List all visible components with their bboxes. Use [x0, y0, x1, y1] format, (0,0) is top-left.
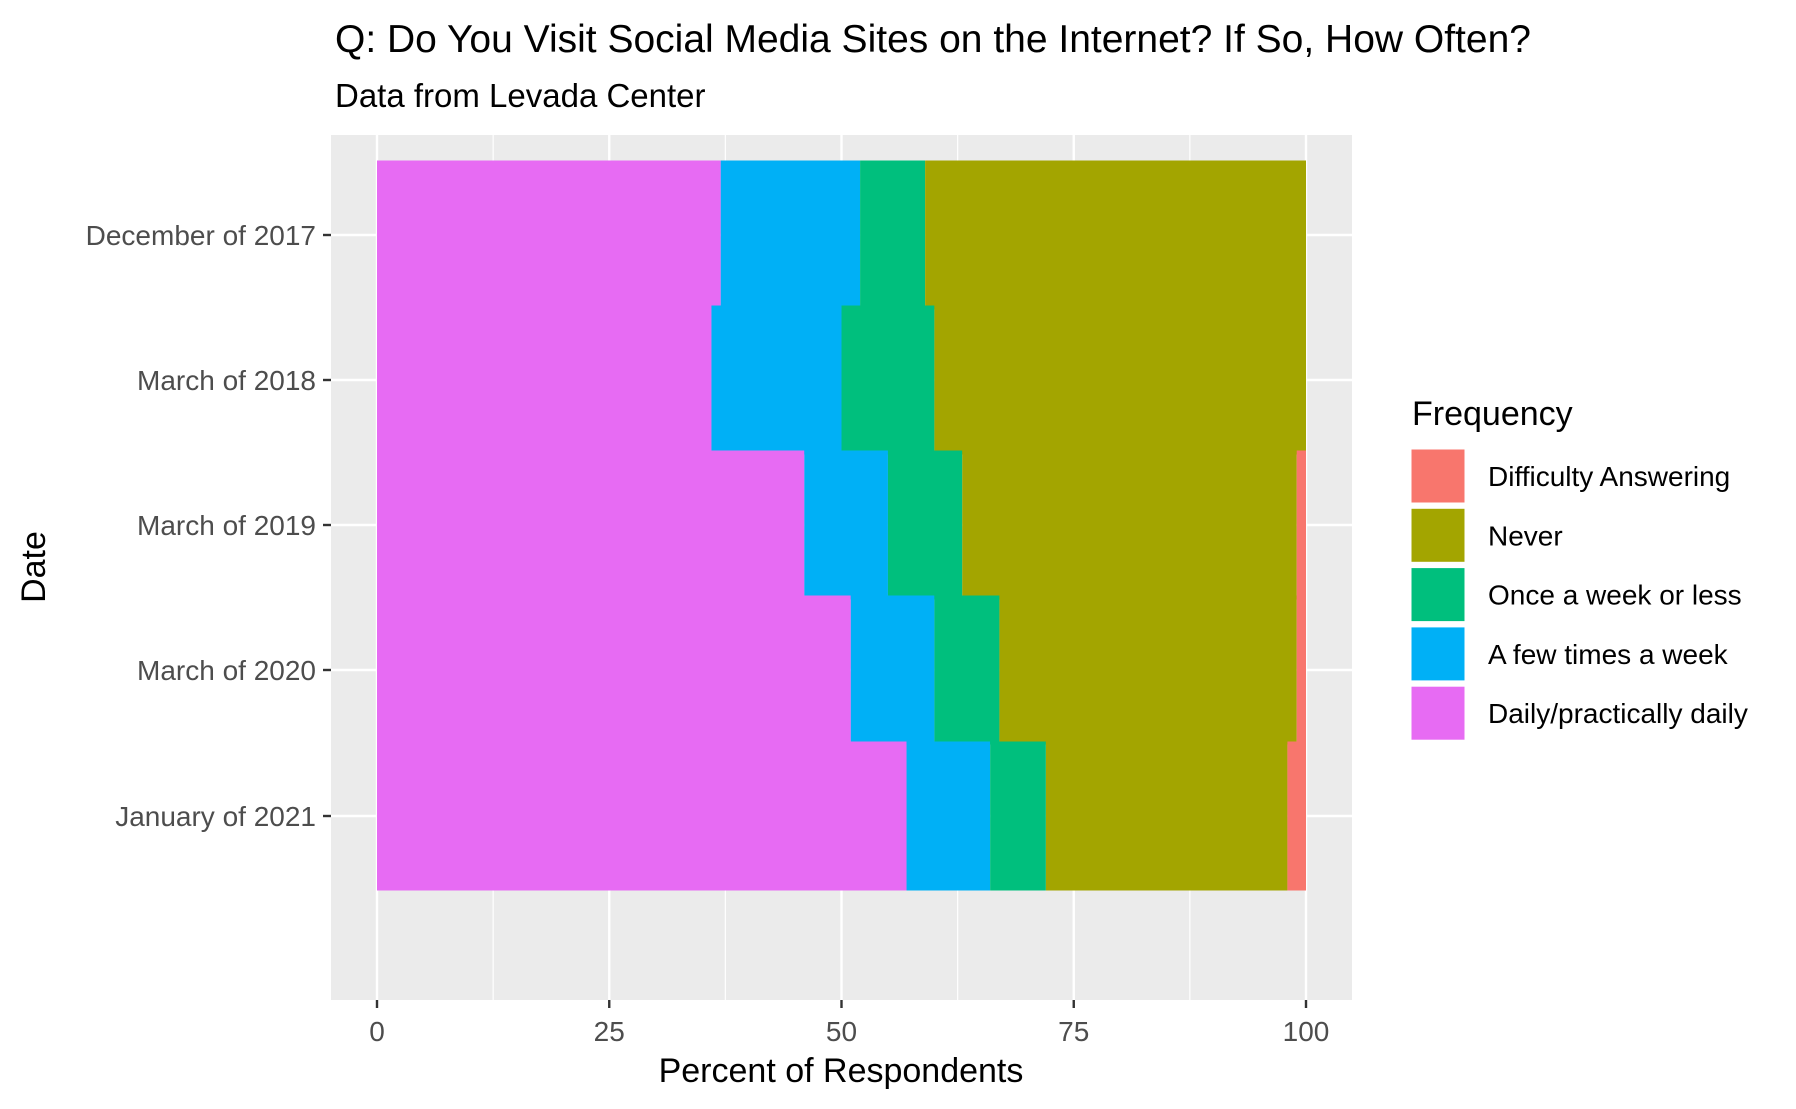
bar-group: [377, 450, 1306, 600]
bar-segment: [962, 450, 1297, 600]
legend-key: [1410, 507, 1466, 563]
legend-label: Daily/practically daily: [1488, 698, 1748, 729]
y-tick-label: March of 2019: [137, 510, 316, 541]
bar-segment: [1296, 595, 1306, 745]
legend-key: [1410, 567, 1466, 623]
legend-label: Never: [1488, 520, 1563, 551]
x-tick-label: 50: [826, 1016, 857, 1047]
bar-segment: [377, 595, 851, 745]
legend-item: Difficulty Answering: [1410, 448, 1730, 504]
bar-group: [377, 595, 1306, 745]
legend-label: Difficulty Answering: [1488, 461, 1730, 492]
bar-group: [377, 160, 1306, 310]
x-tick-label: 0: [369, 1016, 385, 1047]
x-tick-label: 25: [594, 1016, 625, 1047]
stacked-bar-chart: Q: Do You Visit Social Media Sites on th…: [15, 18, 1748, 1090]
bar-segment: [860, 160, 926, 310]
bar-segment: [850, 595, 935, 745]
legend-item: Once a week or less: [1410, 567, 1742, 623]
bar-segment: [925, 160, 1306, 310]
bars: [377, 160, 1306, 891]
y-tick-label: January of 2021: [115, 801, 316, 832]
legend-title: Frequency: [1412, 395, 1573, 433]
legend-label: A few times a week: [1488, 639, 1729, 670]
chart-title: Q: Do You Visit Social Media Sites on th…: [335, 18, 1531, 61]
legend-item: Never: [1410, 507, 1563, 563]
legend-key: [1410, 626, 1466, 682]
bar-segment: [377, 741, 907, 891]
x-axis-title: Percent of Respondents: [659, 1052, 1024, 1090]
bar-segment: [934, 595, 1000, 745]
bar-segment: [1045, 741, 1288, 891]
y-axis: December of 2017 March of 2018 March of 20…: [86, 220, 331, 832]
bar-segment: [377, 305, 712, 455]
bar-segment: [720, 160, 861, 310]
legend-key: [1410, 448, 1466, 504]
bar-segment: [1287, 741, 1306, 891]
bar-segment: [377, 450, 805, 600]
y-tick-label: March of 2020: [137, 655, 316, 686]
chart-subtitle: Data from Levada Center: [335, 77, 706, 114]
legend: Frequency Difficulty Answering Never Once …: [1410, 395, 1748, 741]
bar-segment: [804, 450, 888, 600]
x-axis: 0 25 50 75 100: [369, 1000, 1329, 1047]
bar-segment: [711, 305, 842, 455]
y-tick-label: March of 2018: [137, 365, 316, 396]
legend-item: A few times a week: [1410, 626, 1729, 682]
legend-item: Daily/practically daily: [1410, 685, 1748, 741]
y-tick-label: December of 2017: [86, 220, 316, 251]
bar-group: [377, 741, 1306, 891]
legend-label: Once a week or less: [1488, 580, 1742, 611]
y-axis-title: Date: [15, 531, 53, 603]
bar-group: [377, 305, 1306, 455]
bar-segment: [1296, 450, 1306, 600]
bar-segment: [999, 595, 1297, 745]
x-tick-label: 75: [1058, 1016, 1089, 1047]
bar-segment: [906, 741, 991, 891]
bar-segment: [887, 450, 963, 600]
bar-segment: [990, 741, 1046, 891]
bar-segment: [841, 305, 935, 455]
x-tick-label: 100: [1283, 1016, 1330, 1047]
legend-key: [1410, 685, 1466, 741]
bar-segment: [377, 160, 721, 310]
bar-segment: [934, 305, 1306, 455]
